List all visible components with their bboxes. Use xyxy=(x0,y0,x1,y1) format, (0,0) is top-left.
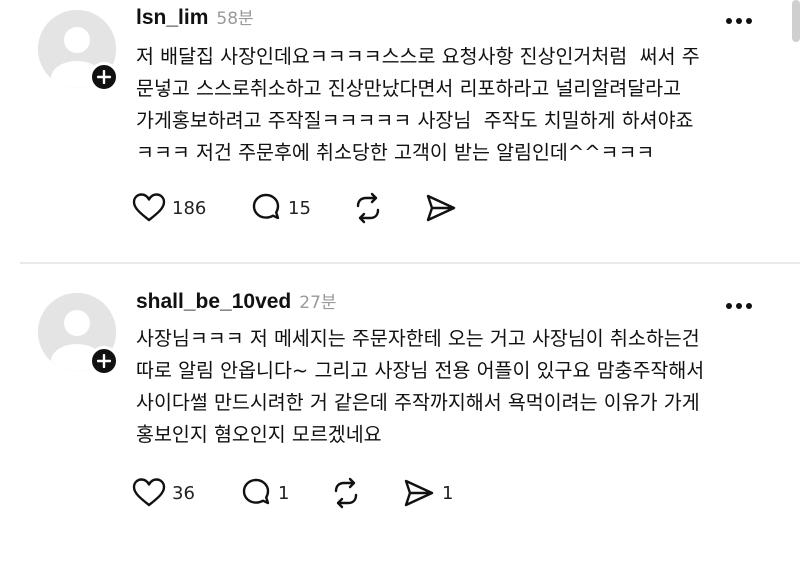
send-icon xyxy=(426,194,456,222)
like-count: 186 xyxy=(172,197,207,219)
post-text: 저 배달집 사장인데요ㅋㅋㅋㅋ스스로 요청사항 진상인거처럼 써서 주 문넣고 … xyxy=(136,45,700,164)
more-dot xyxy=(746,303,752,309)
plus-icon xyxy=(97,354,111,368)
follow-button[interactable] xyxy=(89,62,119,92)
reply-button[interactable]: 1 xyxy=(240,477,289,509)
more-dot xyxy=(726,18,732,24)
repost-button[interactable] xyxy=(330,477,368,509)
share-count: 1 xyxy=(442,482,454,504)
timestamp: 58분 xyxy=(216,9,254,29)
more-icon[interactable] xyxy=(726,301,752,311)
plus-icon xyxy=(97,70,111,84)
post-header: shall_be_10ved 27분 xyxy=(136,288,337,314)
comment-icon xyxy=(252,193,280,220)
heart-icon xyxy=(132,478,166,507)
more-dot xyxy=(736,18,742,24)
repost-button[interactable] xyxy=(352,192,390,224)
more-dot xyxy=(726,303,732,309)
repost-icon xyxy=(356,192,380,224)
reply-count: 15 xyxy=(288,197,311,219)
heart-icon xyxy=(132,193,166,222)
like-button[interactable]: 186 xyxy=(132,192,206,224)
username[interactable]: shall_be_10ved xyxy=(136,290,291,314)
like-button[interactable]: 36 xyxy=(132,477,195,509)
repost-icon xyxy=(334,477,358,509)
more-dot xyxy=(746,18,752,24)
share-button[interactable]: 1 xyxy=(402,477,453,509)
share-button[interactable] xyxy=(424,192,464,224)
post: lsn_lim 58분 저 배달집 사장인데요ㅋㅋㅋㅋ스스로 요청사항 진상인거… xyxy=(0,0,800,262)
send-icon xyxy=(404,479,434,507)
scrollbar[interactable] xyxy=(792,0,800,42)
post-header: lsn_lim 58분 xyxy=(136,4,254,30)
reply-button[interactable]: 15 xyxy=(250,192,311,224)
more-dot xyxy=(736,303,742,309)
username[interactable]: lsn_lim xyxy=(136,6,208,30)
reply-count: 1 xyxy=(278,482,290,504)
thread-feed: lsn_lim 58분 저 배달집 사장인데요ㅋㅋㅋㅋ스스로 요청사항 진상인거… xyxy=(0,0,800,561)
post: shall_be_10ved 27분 사장님ㅋㅋㅋ 저 메세지는 주문자한테 오… xyxy=(0,266,800,561)
post-text: 사장님ㅋㅋㅋ 저 메세지는 주문자한테 오는 거고 사장님이 취소하는건 따로 … xyxy=(136,327,705,446)
follow-button[interactable] xyxy=(89,346,119,376)
like-count: 36 xyxy=(172,482,195,504)
timestamp: 27분 xyxy=(299,293,337,313)
more-icon[interactable] xyxy=(726,16,752,26)
post-divider xyxy=(20,262,800,264)
comment-icon xyxy=(242,478,270,505)
